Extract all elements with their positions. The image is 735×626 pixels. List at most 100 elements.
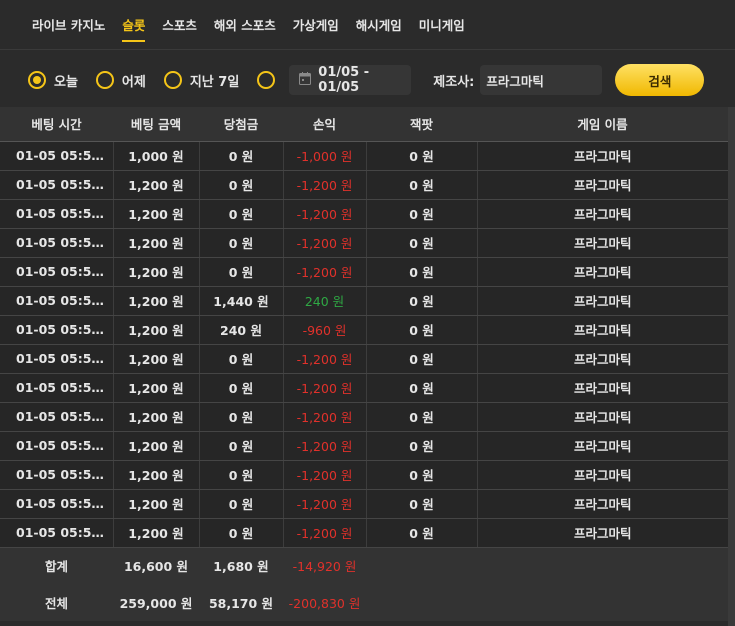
tab-live-casino[interactable]: 라이브 카지노	[32, 0, 105, 50]
tab-virtual-game[interactable]: 가상게임	[293, 0, 339, 50]
cell-jackpot: 0 원	[366, 228, 478, 258]
cell-bet-amount: 1,200 원	[113, 431, 200, 461]
table-row[interactable]: 01-05 05:54:··· 1,200 원0 원 -1,200 원0 원 프라그마…	[0, 431, 728, 461]
cell-jackpot: 0 원	[366, 344, 478, 374]
table-row[interactable]: 01-05 05:53:··· 1,200 원0 원 -1,200 원0 원 프라그마…	[0, 518, 728, 548]
cell-bet-time: 01-05 05:54:···	[0, 228, 114, 258]
cell-bet-amount: 1,200 원	[113, 518, 200, 548]
total-label: 전체	[0, 584, 113, 621]
subtotal-empty	[477, 547, 728, 584]
cell-game-name: 프라그마틱	[477, 402, 728, 432]
total-pl: -200,830 원	[283, 584, 366, 621]
table-row[interactable]: 01-05 05:54:··· 1,200 원0 원 -1,200 원0 원 프라그마…	[0, 170, 728, 200]
table-row[interactable]: 01-05 05:54:··· 1,200 원0 원 -1,200 원0 원 프라그마…	[0, 228, 728, 258]
subtotal-label: 합계	[0, 547, 113, 584]
filter-bar: 오늘 어제 지난 7일 01/05 - 01/05 제조사: 검색	[0, 52, 735, 108]
cell-bet-amount: 1,000 원	[113, 141, 200, 171]
cell-jackpot: 0 원	[366, 402, 478, 432]
cell-winnings: 0 원	[199, 257, 284, 287]
header-profit-loss[interactable]: 손익	[283, 107, 366, 142]
table-row[interactable]: 01-05 05:54:··· 1,200 원 240 원 -960 원0 원 프라그마…	[0, 315, 728, 345]
cell-winnings: 0 원	[199, 460, 284, 490]
cell-game-name: 프라그마틱	[477, 431, 728, 461]
cell-bet-amount: 1,200 원	[113, 402, 200, 432]
cell-winnings: 1,440 원	[199, 286, 284, 316]
maker-input[interactable]	[480, 65, 603, 95]
cell-winnings: 240 원	[199, 315, 284, 345]
total-win: 58,170 원	[199, 584, 283, 621]
header-jackpot[interactable]: 잭팟	[366, 107, 477, 142]
date-range-text: 01/05 - 01/05	[318, 65, 370, 95]
cell-game-name: 프라그마틱	[477, 199, 728, 229]
cell-bet-time: 01-05 05:54:···	[0, 170, 114, 200]
radio-today[interactable]: 오늘	[28, 71, 78, 90]
subtotal-pl: -14,920 원	[283, 547, 366, 584]
radio-yesterday[interactable]: 어제	[95, 71, 146, 90]
cell-bet-time: 01-05 05:54:···	[0, 257, 114, 287]
table-row[interactable]: 01-05 05:54:··· 1,200 원0 원 -1,200 원0 원 프라그마…	[0, 257, 728, 287]
cell-winnings: 0 원	[199, 228, 284, 258]
header-bet-amount[interactable]: 베팅 금액	[113, 107, 199, 142]
table-row[interactable]: 01-05 05:54:··· 1,200 원0 원 -1,200 원0 원 프라그마…	[0, 373, 728, 403]
tab-slot[interactable]: 슬롯	[122, 0, 146, 50]
cell-bet-time: 01-05 05:53:···	[0, 489, 114, 519]
radio-last-7-days[interactable]: 지난 7일	[163, 71, 240, 90]
tab-overseas-sports[interactable]: 해외 스포츠	[214, 0, 276, 50]
radio-today-label: 오늘	[54, 74, 78, 90]
date-range-picker[interactable]: 01/05 - 01/05	[289, 65, 412, 95]
cell-jackpot: 0 원	[366, 489, 478, 519]
table-row[interactable]: 01-05 05:54:··· 1,200 원0 원 -1,200 원0 원 프라그마…	[0, 402, 728, 432]
table-row[interactable]: 01-05 05:54:··· 1,000 원0 원 -1,000 원0 원 프라그마…	[0, 141, 728, 171]
cell-bet-amount: 1,200 원	[113, 344, 200, 374]
subtotal-empty	[366, 547, 477, 584]
cell-jackpot: 0 원	[366, 199, 478, 229]
tab-mini-game[interactable]: 미니게임	[419, 0, 465, 50]
header-bet-time[interactable]: 베팅 시간	[0, 107, 113, 142]
cell-profit-loss: -1,200 원	[283, 489, 367, 519]
cell-profit-loss: 240 원	[283, 286, 367, 316]
radio-custom-range[interactable]	[257, 71, 283, 89]
radio-last-7-days-label: 지난 7일	[189, 74, 240, 90]
header-winnings[interactable]: 당첨금	[199, 107, 283, 142]
tab-hash-game[interactable]: 해시게임	[356, 0, 402, 50]
cell-winnings: 0 원	[199, 373, 284, 403]
cell-game-name: 프라그마틱	[477, 315, 728, 345]
cell-bet-time: 01-05 05:53:···	[0, 518, 114, 548]
cell-winnings: 0 원	[199, 344, 284, 374]
cell-bet-time: 01-05 05:54:···	[0, 431, 114, 461]
radio-circle-icon	[28, 71, 46, 89]
cell-game-name: 프라그마틱	[477, 489, 728, 519]
table-scroll-rail[interactable]	[728, 107, 735, 626]
table-row[interactable]: 01-05 05:54:··· 1,200 원 1,440 원 240 원0 원 프라그…	[0, 286, 728, 316]
total-empty	[366, 584, 477, 621]
table-row[interactable]: 01-05 05:54:··· 1,200 원0 원 -1,200 원0 원 프라그마…	[0, 344, 728, 374]
cell-bet-amount: 1,200 원	[113, 170, 200, 200]
cell-winnings: 0 원	[199, 489, 284, 519]
search-button[interactable]: 검색	[615, 64, 705, 96]
cell-profit-loss: -1,200 원	[283, 460, 367, 490]
cell-winnings: 0 원	[199, 431, 284, 461]
cell-jackpot: 0 원	[366, 431, 478, 461]
cell-bet-time: 01-05 05:54:···	[0, 199, 114, 229]
header-game-name[interactable]: 게임 이름	[477, 107, 728, 142]
cell-jackpot: 0 원	[366, 373, 478, 403]
table-row[interactable]: 01-05 05:53:··· 1,200 원0 원 -1,200 원0 원 프라그마…	[0, 460, 728, 490]
cell-bet-amount: 1,200 원	[113, 373, 200, 403]
cell-game-name: 프라그마틱	[477, 228, 728, 258]
cell-profit-loss: -960 원	[283, 315, 367, 345]
table-row[interactable]: 01-05 05:53:··· 1,200 원0 원 -1,200 원0 원 프라그마…	[0, 489, 728, 519]
cell-winnings: 0 원	[199, 518, 284, 548]
cell-bet-time: 01-05 05:54:···	[0, 402, 114, 432]
tab-sports[interactable]: 스포츠	[162, 0, 197, 50]
cell-profit-loss: -1,200 원	[283, 373, 367, 403]
bet-history-table-wrap: 베팅 시간 베팅 금액 당첨금 손익 잭팟 게임 이름 01-05 05:54:…	[0, 107, 735, 621]
cell-bet-amount: 1,200 원	[113, 228, 200, 258]
cell-game-name: 프라그마틱	[477, 518, 728, 548]
radio-circle-icon	[163, 71, 182, 89]
table-row[interactable]: 01-05 05:54:··· 1,200 원0 원 -1,200 원0 원 프라그마…	[0, 199, 728, 229]
category-tabs: 라이브 카지노 슬롯 스포츠 해외 스포츠 가상게임 해시게임 미니게임	[0, 0, 735, 50]
cell-game-name: 프라그마틱	[477, 373, 728, 403]
cell-bet-time: 01-05 05:54:···	[0, 141, 114, 171]
cell-winnings: 0 원	[199, 199, 284, 229]
cell-bet-amount: 1,200 원	[113, 460, 200, 490]
